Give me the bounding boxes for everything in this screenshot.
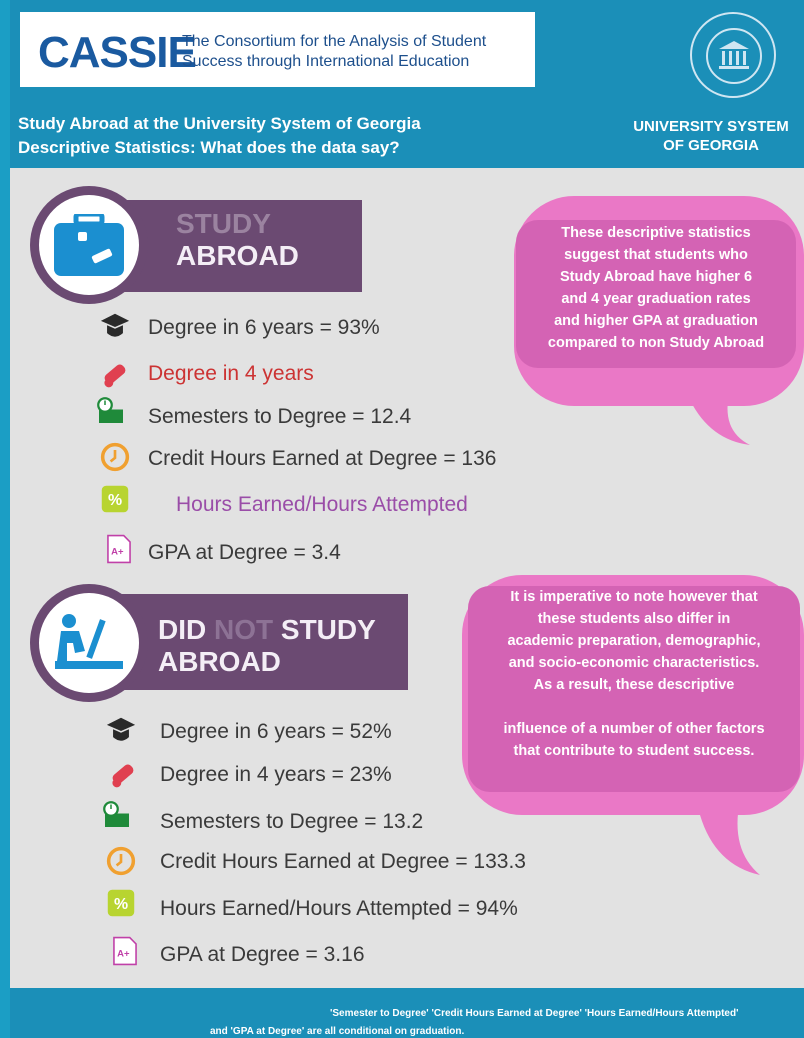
page-title: Study Abroad at the University System of… [18, 114, 421, 133]
percent-icon: % [101, 485, 129, 513]
did-not-study-heading: DID NOT STUDY ABROAD [158, 614, 376, 678]
stat-credit-hours: Credit Hours Earned at Degree = 133.3 [160, 850, 526, 873]
speech-bubble-2: It is imperative to note however that th… [468, 586, 800, 792]
bubble-2-line: As a result, these descriptive [533, 677, 735, 693]
heading-did: DID [158, 614, 207, 645]
circle-inner [39, 195, 139, 295]
building-icon [719, 41, 749, 69]
bubble-1-line: compared to non Study Abroad [547, 335, 765, 351]
bubble-2-line: that contribute to student success. [513, 743, 755, 759]
clock-computer-icon [103, 801, 129, 827]
bubble-1-line: and higher GPA at graduation [554, 313, 758, 329]
stat-hours-ratio: Hours Earned/Hours Attempted [176, 493, 468, 516]
person-at-desk-icon [55, 614, 123, 669]
refresh-clock-icon [106, 846, 136, 876]
bubble-2-line: and socio-economic characteristics. [508, 655, 760, 671]
graduation-cap-icon [106, 717, 136, 741]
cassie-logo: CASSIE [38, 28, 197, 77]
stat-semesters: Semesters to Degree = 13.2 [160, 810, 424, 833]
page-subtitle: Descriptive Statistics: What does the da… [18, 138, 400, 157]
bubble-2-line [468, 696, 800, 718]
speech-bubble-1-tail [690, 390, 750, 445]
percent-icon: % [107, 889, 135, 917]
heading-study: STUDY [280, 614, 376, 645]
stat-gpa: GPA at Degree = 3.4 [148, 541, 341, 564]
grade-a-plus-icon: A+ [113, 936, 137, 966]
bubble-2-line: academic preparation, demographic, [507, 633, 761, 649]
heading-not: NOT [214, 614, 274, 645]
study-abroad-heading: STUDY ABROAD [176, 208, 299, 272]
stat-hours-ratio: Hours Earned/Hours Attempted = 94% [160, 897, 518, 920]
stat-degree-4-years: Degree in 4 years [148, 362, 314, 385]
bubble-2-line: influence of a number of other factors [503, 721, 765, 737]
svg-text:%: % [108, 492, 122, 509]
stat-semesters: Semesters to Degree = 12.4 [148, 405, 412, 428]
did-not-circle [30, 584, 148, 702]
refresh-clock-icon [100, 442, 130, 472]
diploma-icon [104, 364, 126, 388]
heading-line-1: DID NOT STUDY [158, 614, 376, 646]
consortium-line-2: Success through International Education [182, 53, 470, 70]
speech-bubble-2-tail [700, 800, 760, 875]
heading-line-2: ABROAD [158, 646, 281, 677]
stat-degree-4-years: Degree in 4 years = 23% [160, 763, 392, 786]
usg-line-1: UNIVERSITY SYSTEM [633, 118, 789, 135]
grade-a-plus-icon: A+ [107, 534, 131, 564]
study-abroad-circle [30, 186, 148, 304]
diploma-icon [112, 764, 134, 788]
usg-wordmark: UNIVERSITY SYSTEM OF GEORGIA [616, 117, 804, 155]
bubble-2-line: these students also differ in [537, 611, 731, 627]
stat-gpa: GPA at Degree = 3.16 [160, 943, 365, 966]
bubble-1-line: suggest that students who [564, 247, 748, 263]
graduation-cap-icon [100, 313, 130, 337]
suitcase-icon [54, 214, 124, 276]
stat-degree-6-years: Degree in 6 years = 52% [160, 720, 392, 743]
bubble-1-line: Study Abroad have higher 6 [559, 269, 753, 285]
footnote-line-2: and 'GPA at Degree' are all conditional … [210, 1026, 465, 1037]
heading-line-2: ABROAD [176, 240, 299, 271]
bubble-1-line: These descriptive statistics [561, 225, 751, 241]
footnote-line-1: 'Semester to Degree' 'Credit Hours Earne… [330, 1008, 739, 1019]
consortium-line-1: The Consortium for the Analysis of Stude… [182, 33, 487, 50]
heading-line-1: STUDY [176, 208, 271, 239]
bubble-2-line: It is imperative to note however that [510, 589, 758, 605]
seal-inner [706, 28, 762, 84]
svg-text:%: % [114, 896, 128, 913]
svg-text:A+: A+ [111, 547, 124, 558]
svg-text:A+: A+ [117, 949, 130, 960]
speech-bubble-1: These descriptive statistics suggest tha… [516, 220, 796, 368]
bubble-1-line: and 4 year graduation rates [561, 291, 751, 307]
stat-credit-hours: Credit Hours Earned at Degree = 136 [148, 447, 497, 470]
usg-seal [690, 12, 776, 98]
circle-inner [39, 593, 139, 693]
clock-computer-icon [97, 397, 123, 423]
stat-degree-6-years: Degree in 6 years = 93% [148, 316, 380, 339]
usg-line-2: OF GEORGIA [663, 137, 759, 154]
